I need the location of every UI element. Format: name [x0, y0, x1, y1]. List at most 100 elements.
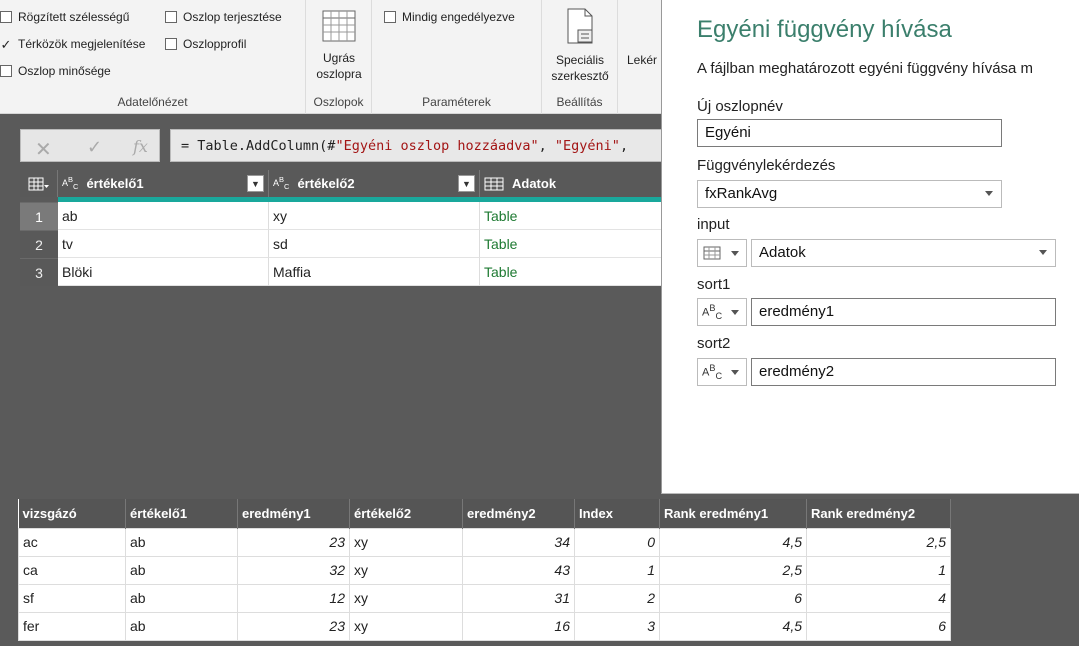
formula-text: ,: [619, 138, 629, 154]
formula-text: = Table.AddColumn(#: [181, 138, 336, 154]
table-cell[interactable]: 12: [237, 583, 350, 613]
row-number[interactable]: 2: [20, 230, 58, 258]
header-cell: eredmény1: [237, 499, 350, 528]
checkmark-icon[interactable]: ✓: [0, 38, 12, 51]
table-cell[interactable]: ab: [125, 611, 238, 641]
table-cell[interactable]: xy: [349, 555, 463, 585]
formula-string: "Egyéni": [554, 138, 620, 154]
table-link-cell[interactable]: Table: [480, 230, 662, 258]
table-icon: [28, 177, 49, 190]
column-distribution-checkbox[interactable]: Oszlop terjesztése: [165, 10, 282, 24]
table-cell[interactable]: 23: [237, 527, 350, 557]
button-label: szerkesztő: [551, 69, 609, 83]
sort1-type-button[interactable]: ABC: [697, 298, 747, 326]
table-cell[interactable]: ab: [125, 583, 238, 613]
table-cell[interactable]: xy: [269, 202, 480, 230]
table-cell[interactable]: ab: [125, 555, 238, 585]
table-cell[interactable]: 16: [462, 611, 575, 641]
table-cell[interactable]: 6: [806, 611, 951, 641]
column-quality-checkbox[interactable]: Oszlop minősége: [0, 64, 111, 78]
table-cell[interactable]: sf: [18, 583, 126, 613]
table-row: fer ab 23 xy 16 3 4,5 6: [18, 611, 951, 641]
table-cell[interactable]: 3: [574, 611, 660, 641]
group-label: Adatelőnézet: [117, 95, 188, 109]
table-cell[interactable]: 23: [237, 611, 350, 641]
text-type-icon: ABC: [62, 175, 79, 192]
header-cell: értékelő2: [349, 499, 463, 528]
table-cell[interactable]: 2: [574, 583, 660, 613]
checkbox-box[interactable]: [384, 11, 396, 23]
input-type-button[interactable]: [697, 239, 747, 267]
table-row[interactable]: 3 Blöki Maffia Table: [20, 258, 662, 286]
table-cell[interactable]: 43: [462, 555, 575, 585]
input-select[interactable]: Adatok: [751, 239, 1056, 267]
table-cell[interactable]: xy: [349, 527, 463, 557]
table-cell[interactable]: 4,5: [659, 611, 807, 641]
table-cell[interactable]: 32: [237, 555, 350, 585]
column-name-input[interactable]: Egyéni: [697, 119, 1002, 147]
column-header-adatok[interactable]: Adatok: [480, 170, 662, 197]
input-label: input: [697, 216, 730, 233]
table-cell[interactable]: ca: [18, 555, 126, 585]
table-cell[interactable]: 34: [462, 527, 575, 557]
always-allow-checkbox[interactable]: Mindig engedélyezve: [384, 10, 515, 24]
invoke-custom-function-dialog: Egyéni függvény hívása A fájlban meghatá…: [661, 0, 1079, 494]
sort2-input[interactable]: eredmény2: [751, 358, 1056, 386]
table-cell[interactable]: tv: [58, 230, 269, 258]
confirm-icon[interactable]: ✓: [87, 137, 102, 158]
table-cell[interactable]: sd: [269, 230, 480, 258]
table-cell[interactable]: fer: [18, 611, 126, 641]
function-query-select[interactable]: fxRankAvg: [697, 180, 1002, 208]
table-cell[interactable]: 2,5: [806, 527, 951, 557]
chevron-down-icon: [731, 251, 739, 256]
table-row[interactable]: 2 tv sd Table: [20, 230, 662, 258]
checkbox-box[interactable]: [0, 11, 12, 23]
filter-dropdown-icon[interactable]: ▼: [247, 175, 264, 192]
table-cell[interactable]: xy: [349, 611, 463, 641]
table-menu-button[interactable]: [20, 170, 58, 197]
column-profile-checkbox[interactable]: Oszlopprofil: [165, 37, 246, 51]
table-link-cell[interactable]: Table: [480, 258, 662, 286]
table-cell[interactable]: ab: [125, 527, 238, 557]
row-number[interactable]: 3: [20, 258, 58, 286]
table-row: ca ab 32 xy 43 1 2,5 1: [18, 555, 951, 585]
table-cell[interactable]: 6: [659, 583, 807, 613]
table-cell[interactable]: 1: [806, 555, 951, 585]
document-icon: [567, 8, 593, 44]
checkbox-box[interactable]: [165, 11, 177, 23]
checkbox-box[interactable]: [165, 38, 177, 50]
goto-column-button[interactable]: Ugrás oszlopra: [306, 10, 372, 82]
chevron-down-icon: [985, 191, 993, 196]
query-button-cut[interactable]: Lekér: [627, 52, 662, 68]
fx-icon[interactable]: fx: [133, 137, 148, 156]
filter-dropdown-icon[interactable]: ▼: [458, 175, 475, 192]
table-cell[interactable]: 31: [462, 583, 575, 613]
dialog-title: Egyéni függvény hívása: [697, 16, 952, 43]
text-type-icon: ABC: [273, 175, 290, 192]
formula-input[interactable]: = Table.AddColumn(#"Egyéni oszlop hozzáa…: [170, 129, 662, 162]
table-cell[interactable]: 0: [574, 527, 660, 557]
column-header-ertekelo1[interactable]: ABC értékelő1 ▼: [58, 170, 269, 197]
sort1-input[interactable]: eredmény1: [751, 298, 1056, 326]
table-cell[interactable]: Blöki: [58, 258, 269, 286]
table-cell[interactable]: 2,5: [659, 555, 807, 585]
row-number[interactable]: 1: [20, 202, 58, 230]
table-link-cell[interactable]: Table: [480, 202, 662, 230]
table-cell[interactable]: 1: [574, 555, 660, 585]
table-cell[interactable]: 4: [806, 583, 951, 613]
advanced-editor-button[interactable]: Speciális szerkesztő: [542, 8, 618, 84]
table-cell[interactable]: Maffia: [269, 258, 480, 286]
table-icon: [703, 246, 721, 260]
column-header-ertekelo2[interactable]: ABC értékelő2 ▼: [269, 170, 480, 197]
fixed-width-checkbox[interactable]: Rögzített szélességű: [0, 10, 129, 24]
cancel-icon[interactable]: ✕: [35, 137, 52, 162]
sort2-type-button[interactable]: ABC: [697, 358, 747, 386]
table-cell[interactable]: xy: [349, 583, 463, 613]
column-header-label: értékelő2: [297, 176, 355, 191]
table-row[interactable]: 1 ab xy Table: [20, 202, 662, 230]
table-cell[interactable]: ac: [18, 527, 126, 557]
checkbox-box[interactable]: [0, 65, 12, 77]
table-cell[interactable]: ab: [58, 202, 269, 230]
show-whitespace-checkbox[interactable]: ✓ Térközök megjelenítése: [0, 37, 146, 51]
table-cell[interactable]: 4,5: [659, 527, 807, 557]
